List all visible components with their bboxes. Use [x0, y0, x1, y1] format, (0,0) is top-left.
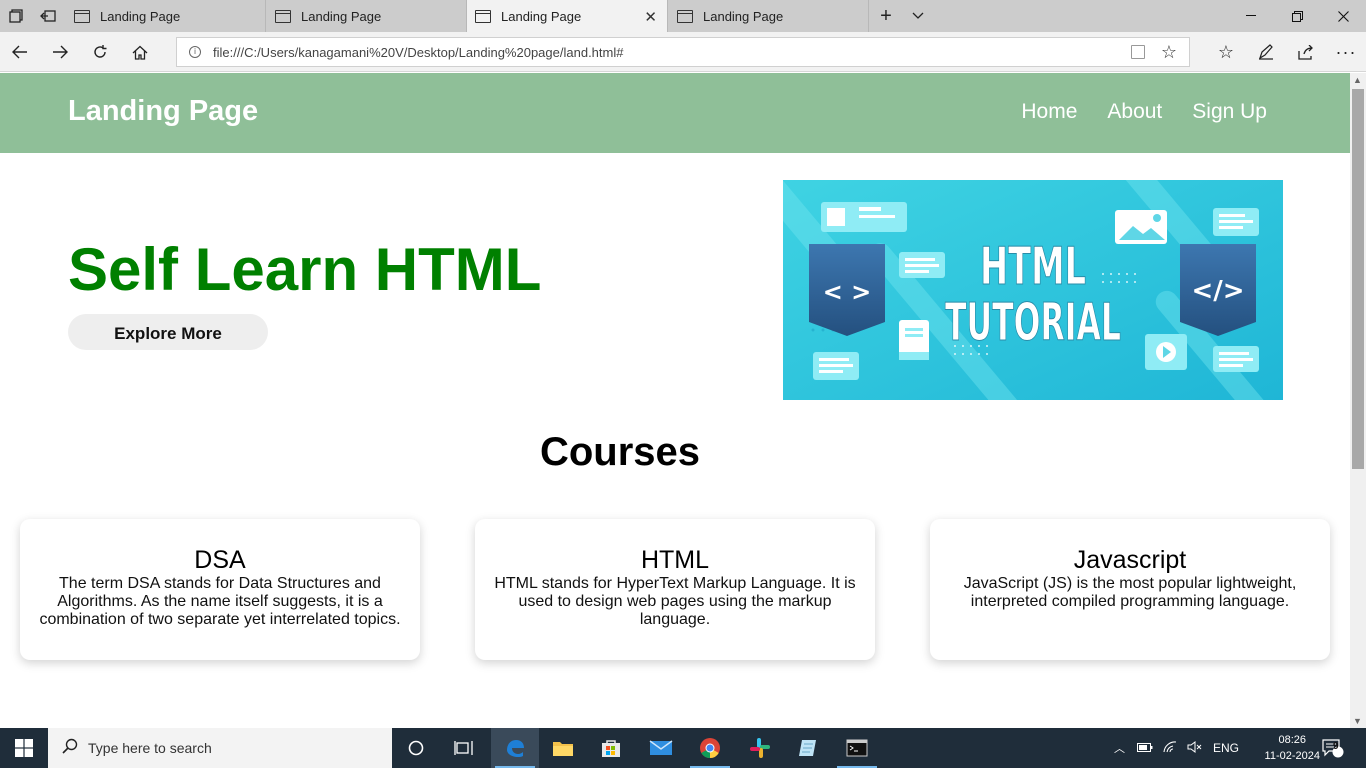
clock-date: 11-02-2024 [1264, 750, 1320, 762]
svg-text:TUTORIAL: TUTORIAL [945, 293, 1121, 353]
microsoft-store-icon[interactable] [587, 728, 635, 768]
page-icon [275, 9, 291, 23]
volume-muted-icon[interactable] [1187, 740, 1203, 756]
page-viewport: Landing Page Home About Sign Up Self Lea… [0, 73, 1350, 728]
home-icon[interactable] [124, 36, 156, 68]
battery-icon[interactable] [1137, 741, 1153, 756]
hero-heading: Self Learn HTML [68, 236, 542, 303]
task-view-icon[interactable] [440, 728, 488, 768]
url-text: file:///C:/Users/kanagamani%20V/Desktop/… [213, 44, 624, 60]
page-scrollbar[interactable]: ▲ ▼ [1350, 73, 1366, 728]
language-indicator[interactable]: ENG [1213, 741, 1239, 755]
nav-about-link[interactable]: About [1107, 100, 1162, 124]
tab-label: Landing Page [100, 8, 181, 24]
refresh-icon[interactable] [84, 36, 116, 68]
forward-arrow-icon[interactable] [44, 36, 76, 68]
windows-start-icon[interactable] [0, 728, 48, 768]
tab-list-chevron-icon[interactable] [902, 0, 934, 32]
course-description: HTML stands for HyperText Markup Languag… [494, 575, 856, 628]
svg-text:< >: < > [823, 278, 872, 306]
notepad-app-icon[interactable] [784, 728, 832, 768]
slack-icon[interactable] [736, 728, 784, 768]
browser-toolbar: i file:///C:/Users/kanagamani%20V/Deskto… [0, 32, 1366, 72]
course-card-dsa: DSA The term DSA stands for Data Structu… [20, 519, 420, 660]
tab-label: Landing Page [501, 8, 582, 24]
site-nav: Home About Sign Up [1021, 100, 1267, 124]
favorite-star-icon[interactable]: ☆ [1161, 42, 1177, 63]
scroll-down-arrow-icon[interactable]: ▼ [1353, 716, 1362, 726]
edge-browser-icon[interactable] [491, 728, 539, 768]
browser-tab-bar: Landing Page Landing Page Landing Page ✕… [0, 0, 1366, 32]
system-tray: ︿ ENG [1114, 728, 1251, 768]
page-icon [677, 9, 693, 23]
page-icon [74, 9, 90, 23]
command-prompt-icon[interactable] [833, 728, 881, 768]
clock-time: 08:26 [1278, 734, 1307, 746]
search-icon [62, 738, 78, 759]
close-window-icon[interactable] [1320, 0, 1366, 32]
close-tab-icon[interactable]: ✕ [644, 8, 657, 26]
course-title: HTML [640, 546, 710, 574]
notification-count: 9 [1333, 741, 1339, 752]
reading-view-icon[interactable] [1131, 45, 1145, 59]
set-tabs-aside-icon[interactable] [32, 0, 64, 32]
course-card-javascript: Javascript JavaScript (JS) is the most p… [930, 519, 1330, 660]
back-arrow-icon[interactable] [4, 36, 36, 68]
notification-center-icon[interactable]: 9 [1322, 728, 1344, 768]
site-header: Landing Page Home About Sign Up [0, 73, 1350, 153]
scrollbar-thumb[interactable] [1352, 89, 1364, 469]
windows-taskbar: Type here to search ︿ ENG 08:26 11-02-20… [0, 728, 1366, 768]
svg-text:</>: </> [1191, 276, 1244, 306]
file-explorer-icon[interactable] [539, 728, 587, 768]
tab-label: Landing Page [301, 8, 382, 24]
chrome-icon[interactable] [686, 728, 734, 768]
taskbar-clock[interactable]: 08:26 11-02-2024 [1265, 732, 1320, 764]
course-card-html: HTML HTML stands for HyperText Markup La… [475, 519, 875, 660]
info-icon[interactable]: i [189, 46, 201, 58]
favorites-icon[interactable]: ☆ [1210, 36, 1242, 68]
pen-icon[interactable] [1250, 36, 1282, 68]
nav-signup-link[interactable]: Sign Up [1192, 100, 1267, 124]
tab-label: Landing Page [703, 8, 784, 24]
tab-manager-icon[interactable] [0, 0, 32, 32]
address-bar[interactable]: i file:///C:/Users/kanagamani%20V/Deskto… [176, 37, 1190, 67]
course-title: Javascript [1073, 546, 1187, 574]
minimize-icon[interactable] [1228, 0, 1274, 32]
mail-icon[interactable] [637, 728, 685, 768]
cortana-icon[interactable] [392, 728, 440, 768]
chevron-up-icon[interactable]: ︿ [1114, 740, 1125, 756]
page-icon [475, 9, 491, 23]
wifi-icon[interactable] [1163, 740, 1177, 756]
course-title: DSA [194, 546, 246, 574]
search-placeholder: Type here to search [88, 740, 212, 756]
taskbar-search-box[interactable]: Type here to search [48, 728, 392, 768]
explore-more-button[interactable]: Explore More [68, 314, 268, 350]
more-options-icon[interactable]: ··· [1330, 36, 1362, 68]
course-description: The term DSA stands for Data Structures … [39, 575, 401, 628]
new-tab-icon[interactable]: + [870, 0, 902, 32]
courses-heading: Courses [539, 430, 701, 474]
browser-tab-1[interactable]: Landing Page [66, 0, 266, 32]
scroll-up-arrow-icon[interactable]: ▲ [1353, 75, 1362, 85]
browser-tab-4[interactable]: Landing Page [669, 0, 869, 32]
browser-tab-2[interactable]: Landing Page [267, 0, 467, 32]
share-icon[interactable] [1290, 36, 1322, 68]
nav-home-link[interactable]: Home [1021, 100, 1077, 124]
browser-tab-3-active[interactable]: Landing Page ✕ [467, 0, 668, 32]
svg-text:HTML: HTML [980, 237, 1086, 297]
html-tutorial-banner-image: < > </> HTML TUTORIAL [783, 180, 1283, 400]
site-title: Landing Page [68, 95, 259, 127]
course-description: JavaScript (JS) is the most popular ligh… [963, 575, 1297, 610]
restore-icon[interactable] [1274, 0, 1320, 32]
